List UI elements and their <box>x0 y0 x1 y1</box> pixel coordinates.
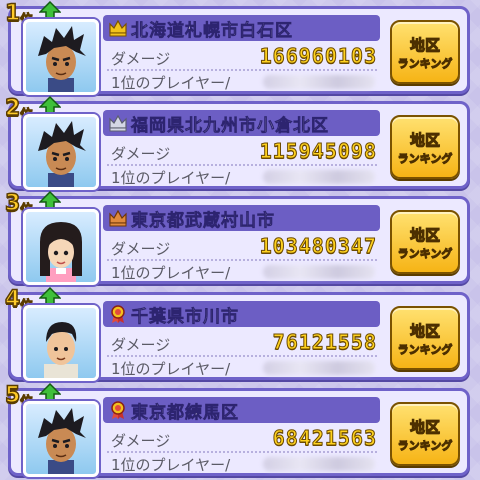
damage-value: 76121558 <box>272 330 377 355</box>
button-label-line1: 地区 <box>409 131 441 150</box>
region-name-bar: 千葉県市川市 <box>103 301 380 327</box>
damage-value: 115945098 <box>259 139 377 164</box>
region-ranking-list: 1 位 北海道札幌市白石区 ダメージ <box>0 0 480 480</box>
ranking-row-1: 1 位 北海道札幌市白石区 ダメージ <box>4 0 470 95</box>
damage-value: 68421563 <box>272 426 377 451</box>
bronze-crown-icon <box>109 209 127 227</box>
top-player-line: 1位のプレイヤー/ <box>107 355 377 379</box>
damage-value: 166960103 <box>259 44 377 69</box>
button-label-line2: ランキング <box>397 247 453 261</box>
region-name-bar: 北海道札幌市白石区 <box>103 15 380 41</box>
ranking-row-3: 3 位 東京都武蔵村山市 <box>4 190 470 285</box>
region-name: 東京都練馬区 <box>131 403 239 424</box>
ranking-row-4: 4 位 千葉県市川市 <box>4 286 470 381</box>
region-ranking-button[interactable]: 地区 ランキング <box>390 20 460 84</box>
damage-label: ダメージ <box>111 432 171 450</box>
rank-number: 1 <box>4 0 21 27</box>
avatar <box>23 19 99 95</box>
blurred-player-name <box>263 265 375 279</box>
ranking-row-2: 2 位 福岡県北九州市小倉北区 ダメージ <box>4 95 470 190</box>
button-label-line1: 地区 <box>409 418 441 437</box>
damage-line: ダメージ 166960103 <box>107 44 377 71</box>
region-name: 北海道札幌市白石区 <box>131 21 293 42</box>
button-label-line1: 地区 <box>409 322 441 341</box>
damage-label: ダメージ <box>111 336 171 354</box>
ranking-row-5: 5 位 東京都練馬区 <box>4 382 470 477</box>
region-name: 福岡県北九州市小倉北区 <box>131 116 329 137</box>
damage-value: 103480347 <box>259 234 377 259</box>
damage-line: ダメージ 115945098 <box>107 139 377 166</box>
region-name: 東京都武蔵村山市 <box>131 211 275 232</box>
button-label-line1: 地区 <box>409 226 441 245</box>
character-portrait <box>44 322 78 378</box>
button-label-line2: ランキング <box>397 152 453 166</box>
damage-line: ダメージ 103480347 <box>107 234 377 261</box>
region-name-bar: 東京都武蔵村山市 <box>103 205 380 231</box>
silver-crown-icon <box>109 114 127 132</box>
region-name-bar: 東京都練馬区 <box>103 397 380 423</box>
ribbon-medal-icon <box>111 401 125 419</box>
character-portrait <box>38 26 86 92</box>
region-ranking-button[interactable]: 地区 ランキング <box>390 402 460 466</box>
button-label-line2: ランキング <box>397 439 453 453</box>
damage-line: ダメージ 76121558 <box>107 330 377 357</box>
region-name: 千葉県市川市 <box>131 307 239 328</box>
top-player-label: 1位のプレイヤー/ <box>111 74 231 92</box>
region-ranking-button[interactable]: 地区 ランキング <box>390 210 460 274</box>
blurred-player-name <box>263 170 375 184</box>
rank-number: 4 <box>4 286 21 313</box>
avatar <box>23 114 99 190</box>
character-portrait <box>38 121 86 187</box>
button-label-line2: ランキング <box>397 343 453 357</box>
avatar <box>23 209 99 285</box>
top-player-line: 1位のプレイヤー/ <box>107 259 377 283</box>
region-name-bar: 福岡県北九州市小倉北区 <box>103 110 380 136</box>
top-player-label: 1位のプレイヤー/ <box>111 456 231 474</box>
top-player-line: 1位のプレイヤー/ <box>107 69 377 93</box>
character-portrait <box>38 408 86 474</box>
damage-label: ダメージ <box>111 50 171 68</box>
avatar <box>23 305 99 381</box>
blurred-player-name <box>263 361 375 375</box>
rank-number: 3 <box>4 190 21 217</box>
top-player-label: 1位のプレイヤー/ <box>111 360 231 378</box>
avatar <box>23 401 99 477</box>
rank-number: 2 <box>4 95 21 122</box>
damage-line: ダメージ 68421563 <box>107 426 377 453</box>
region-ranking-button[interactable]: 地区 ランキング <box>390 306 460 370</box>
region-ranking-button[interactable]: 地区 ランキング <box>390 115 460 179</box>
top-player-label: 1位のプレイヤー/ <box>111 264 231 282</box>
top-player-line: 1位のプレイヤー/ <box>107 451 377 475</box>
button-label-line2: ランキング <box>397 57 453 71</box>
rank-number: 5 <box>4 382 21 409</box>
button-label-line1: 地区 <box>409 36 441 55</box>
blurred-player-name <box>263 75 375 89</box>
gold-crown-icon <box>109 19 127 37</box>
blurred-player-name <box>263 457 375 471</box>
top-player-label: 1位のプレイヤー/ <box>111 169 231 187</box>
damage-label: ダメージ <box>111 145 171 163</box>
top-player-line: 1位のプレイヤー/ <box>107 164 377 188</box>
character-portrait <box>40 222 82 282</box>
ribbon-medal-icon <box>111 305 125 323</box>
damage-label: ダメージ <box>111 240 171 258</box>
